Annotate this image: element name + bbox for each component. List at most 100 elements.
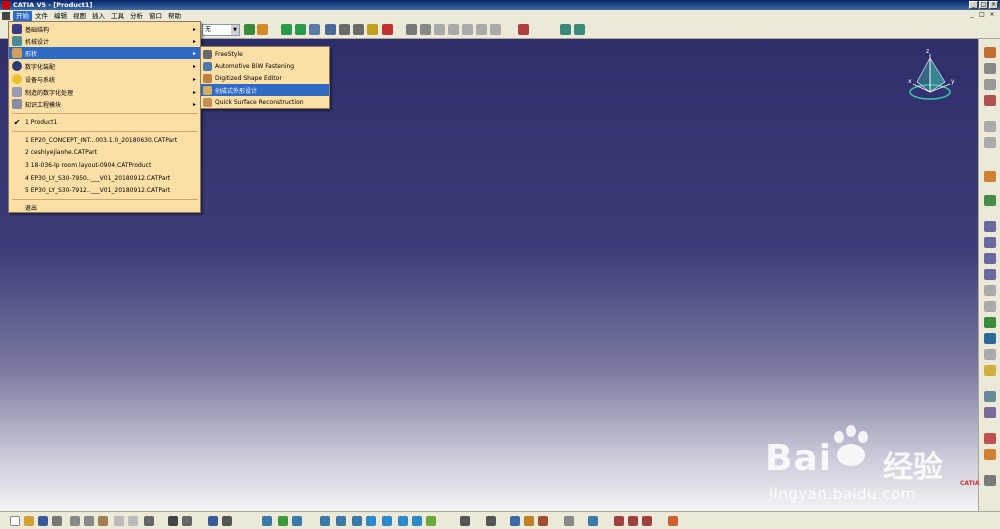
zoom-in-icon[interactable] xyxy=(320,516,330,526)
menu-item-knowledgeware[interactable]: 知识工程模块 ▸ xyxy=(9,98,200,110)
chevron-down-icon[interactable]: ▼ xyxy=(231,25,239,35)
walk-icon[interactable] xyxy=(574,24,585,35)
snap-tool-icon[interactable] xyxy=(984,195,996,206)
submenu-item-generative-shape-design[interactable]: 创成式外形设计 xyxy=(201,84,329,96)
angle-constraint-icon[interactable] xyxy=(984,269,996,280)
update-icon[interactable] xyxy=(382,24,393,35)
comment-icon[interactable] xyxy=(182,516,192,526)
replace-icon[interactable] xyxy=(984,95,996,106)
shading-icon[interactable] xyxy=(382,516,392,526)
fix-together-icon[interactable] xyxy=(984,301,996,312)
explode-icon[interactable] xyxy=(462,24,473,35)
move-icon[interactable] xyxy=(281,24,292,35)
angle-icon[interactable] xyxy=(339,24,350,35)
graph-tree-icon[interactable] xyxy=(984,121,996,132)
close-button[interactable]: × xyxy=(989,1,998,9)
doc-close-button[interactable]: × xyxy=(988,11,996,19)
measure-icon[interactable] xyxy=(367,24,378,35)
submenu-item-quick-surface-reconstruction[interactable]: Quick Surface Reconstruction xyxy=(201,96,329,108)
scene-tool-icon[interactable] xyxy=(984,407,996,418)
existing-component-icon[interactable] xyxy=(984,79,996,90)
quick-constraint-icon[interactable] xyxy=(984,317,996,328)
menu-item-digital-process-manufacturing[interactable]: 制造的数字化处理 ▸ xyxy=(9,86,200,98)
undo-icon[interactable] xyxy=(114,516,124,526)
menu-edit[interactable]: 编辑 xyxy=(51,11,70,21)
measure-inertia-icon[interactable] xyxy=(524,516,534,526)
clash-icon[interactable] xyxy=(476,24,487,35)
compass-widget[interactable]: z y x xyxy=(905,48,965,108)
scene-icon[interactable] xyxy=(448,24,459,35)
recent-file-item[interactable]: 5 EP30_LY_S30-7912..___V01_20180912.CATP… xyxy=(9,184,200,196)
cut-icon[interactable] xyxy=(70,516,80,526)
flexible-icon[interactable] xyxy=(984,333,996,344)
hide-show-icon[interactable] xyxy=(398,516,408,526)
redo-icon[interactable] xyxy=(128,516,138,526)
doc-minimize-button[interactable]: _ xyxy=(968,11,976,19)
measure-between-icon[interactable] xyxy=(486,516,496,526)
menu-item-exit[interactable]: 退出 xyxy=(9,201,200,213)
snap-icon[interactable] xyxy=(309,24,320,35)
menu-item-open-document[interactable]: ✔ 1 Product1 xyxy=(9,116,200,128)
specs-tree-icon[interactable] xyxy=(208,516,218,526)
component-icon[interactable] xyxy=(984,63,996,74)
zoom-out-icon[interactable] xyxy=(336,516,346,526)
copy-icon[interactable] xyxy=(84,516,94,526)
print-icon[interactable] xyxy=(52,516,62,526)
save-icon[interactable] xyxy=(38,516,48,526)
move-alt-icon[interactable] xyxy=(295,24,306,35)
menu-item-mechanical-design[interactable]: 机械设计 ▸ xyxy=(9,35,200,47)
swap-space-icon[interactable] xyxy=(412,516,422,526)
section-icon[interactable] xyxy=(490,24,501,35)
submenu-item-freestyle[interactable]: FreeStyle xyxy=(201,48,329,60)
space-analysis-icon[interactable] xyxy=(984,391,996,402)
recent-file-item[interactable]: 3 18-036-lp room layout-0904.CATProduct xyxy=(9,159,200,171)
catalog-icon[interactable] xyxy=(406,24,417,35)
normal-view-icon[interactable] xyxy=(352,516,362,526)
render-icon[interactable] xyxy=(426,516,436,526)
distance-band-icon[interactable] xyxy=(642,516,652,526)
paint-brush-icon[interactable] xyxy=(244,24,255,35)
contact-icon[interactable] xyxy=(984,237,996,248)
clash-detect-icon[interactable] xyxy=(614,516,624,526)
rotate-icon[interactable] xyxy=(292,516,302,526)
multi-instantiate-icon[interactable] xyxy=(984,137,996,148)
fix-icon[interactable] xyxy=(984,285,996,296)
submenu-item-digitized-shape-editor[interactable]: Digitized Shape Editor xyxy=(201,72,329,84)
product-icon[interactable] xyxy=(984,47,996,58)
catalog-browser-icon[interactable] xyxy=(588,516,598,526)
menu-item-equipment-systems[interactable]: 设备与系统 ▸ xyxy=(9,73,200,85)
formula-icon[interactable] xyxy=(168,516,178,526)
measure-item-icon[interactable] xyxy=(510,516,520,526)
menu-start[interactable]: 开始 xyxy=(13,10,32,21)
coincidence-icon[interactable] xyxy=(984,221,996,232)
new-icon[interactable] xyxy=(10,516,20,526)
maximize-button[interactable]: □ xyxy=(979,1,988,9)
pan-icon[interactable] xyxy=(278,516,288,526)
paint-format-icon[interactable] xyxy=(257,24,268,35)
weld-icon[interactable] xyxy=(984,449,996,460)
offset-icon[interactable] xyxy=(984,253,996,264)
open-icon[interactable] xyxy=(24,516,34,526)
paste-icon[interactable] xyxy=(98,516,108,526)
menu-view[interactable]: 视图 xyxy=(70,11,89,21)
menu-tools[interactable]: 工具 xyxy=(108,11,127,21)
change-constraint-icon[interactable] xyxy=(984,349,996,360)
annotation-icon[interactable] xyxy=(984,433,996,444)
fit-all-icon[interactable] xyxy=(262,516,272,526)
publish-icon[interactable] xyxy=(564,516,574,526)
bom-icon[interactable] xyxy=(434,24,445,35)
distance-icon[interactable] xyxy=(353,24,364,35)
constraint-icon[interactable] xyxy=(325,24,336,35)
layer-combo[interactable]: 无 ▼ xyxy=(202,24,240,36)
knowledge-icon[interactable] xyxy=(518,24,529,35)
menu-item-shape[interactable]: 形状 ▸ xyxy=(9,47,200,59)
menu-insert[interactable]: 插入 xyxy=(89,11,108,21)
menu-analyze[interactable]: 分析 xyxy=(127,11,146,21)
menu-item-digital-mockup[interactable]: 数字化装配 ▸ xyxy=(9,60,200,72)
doc-restore-button[interactable]: □ xyxy=(978,11,986,19)
fly-icon[interactable] xyxy=(560,24,571,35)
camera-icon[interactable] xyxy=(222,516,232,526)
material-icon[interactable] xyxy=(460,516,470,526)
save-mgmt-icon[interactable] xyxy=(420,24,431,35)
recent-file-item[interactable]: 1 EP20_CONCEPT_INT...003.1.0_20180630.CA… xyxy=(9,134,200,146)
